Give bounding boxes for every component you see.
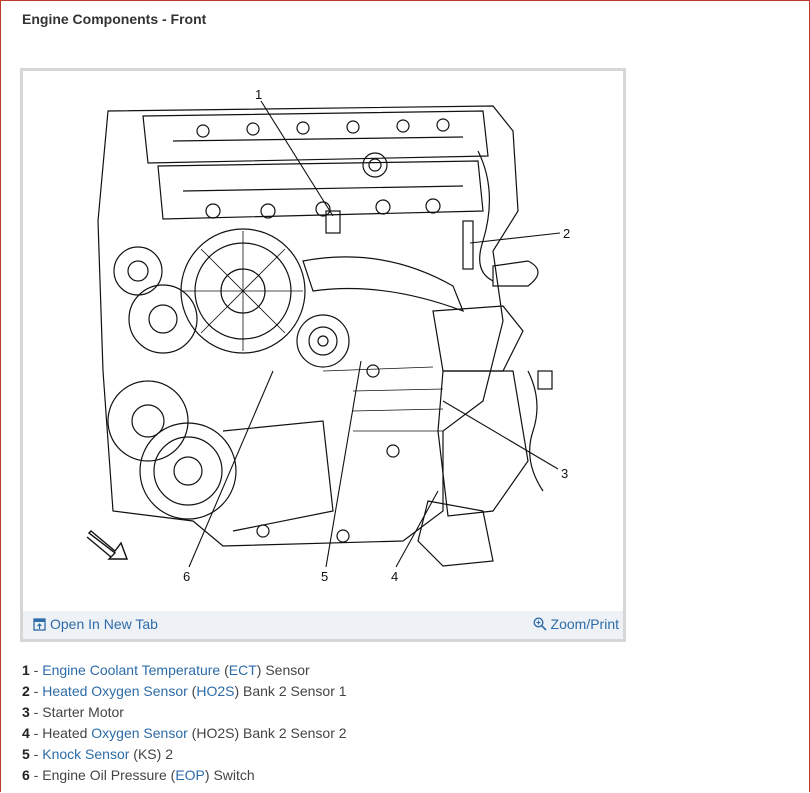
legend-number: 2 [22, 683, 30, 699]
legend-item: 6 - Engine Oil Pressure (EOP) Switch [22, 765, 347, 786]
legend-text: ) Bank 2 Sensor 1 [234, 683, 347, 699]
engine-diagram: 1 2 3 4 5 6 [86, 87, 570, 584]
page-title: Engine Components - Front [22, 11, 207, 27]
callout-5: 5 [321, 569, 328, 584]
legend-link[interactable]: Oxygen Sensor [91, 725, 188, 741]
legend-text: ) Sensor [256, 662, 310, 678]
legend-item: 5 - Knock Sensor (KS) 2 [22, 744, 347, 765]
legend-text: ( [220, 662, 229, 678]
legend-link[interactable]: HO2S [196, 683, 234, 699]
legend-item: 2 - Heated Oxygen Sensor (HO2S) Bank 2 S… [22, 681, 347, 702]
legend-item: 4 - Heated Oxygen Sensor (HO2S) Bank 2 S… [22, 723, 347, 744]
legend-separator: - [29, 662, 43, 678]
legend-text: Starter Motor [42, 704, 124, 720]
callout-4: 4 [391, 569, 398, 584]
figure-container: 1 2 3 4 5 6 Open In New Tab Zoom/Print [20, 68, 626, 642]
zoom-print-button[interactable]: Zoom/Print [533, 616, 619, 632]
legend-text: (KS) 2 [129, 746, 173, 762]
callout-6: 6 [183, 569, 190, 584]
figure-toolbar: Open In New Tab Zoom/Print [23, 611, 623, 639]
legend-number: 6 [22, 767, 30, 783]
callout-2: 2 [563, 226, 570, 241]
open-in-new-tab-button[interactable]: Open In New Tab [33, 616, 158, 632]
legend-item: 1 - Engine Coolant Temperature (ECT) Sen… [22, 660, 347, 681]
legend-link[interactable]: Engine Coolant Temperature [42, 662, 220, 678]
legend-separator: - [29, 704, 43, 720]
zoom-print-label: Zoom/Print [550, 616, 619, 632]
legend-text: (HO2S) Bank 2 Sensor 2 [187, 725, 347, 741]
zoom-icon [533, 617, 547, 631]
legend-number: 1 [22, 662, 30, 678]
open-in-new-tab-label: Open In New Tab [50, 616, 158, 632]
legend-separator: - [29, 746, 43, 762]
callout-3: 3 [561, 466, 568, 481]
legend-separator: - [29, 725, 43, 741]
legend-text: ) Switch [204, 767, 255, 783]
legend-link[interactable]: EOP [175, 767, 205, 783]
callout-1: 1 [255, 87, 262, 102]
component-legend: 1 - Engine Coolant Temperature (ECT) Sen… [22, 660, 347, 786]
legend-text: Engine Oil Pressure ( [42, 767, 176, 783]
legend-number: 5 [22, 746, 30, 762]
legend-separator: - [29, 683, 43, 699]
legend-link[interactable]: Knock Sensor [42, 746, 129, 762]
legend-link[interactable]: Heated Oxygen Sensor [42, 683, 188, 699]
legend-separator: - [29, 767, 43, 783]
open-tab-icon [33, 617, 46, 631]
legend-number: 3 [22, 704, 30, 720]
legend-text: Heated [42, 725, 92, 741]
legend-item: 3 - Starter Motor [22, 702, 347, 723]
legend-link[interactable]: ECT [229, 662, 257, 678]
legend-number: 4 [22, 725, 30, 741]
